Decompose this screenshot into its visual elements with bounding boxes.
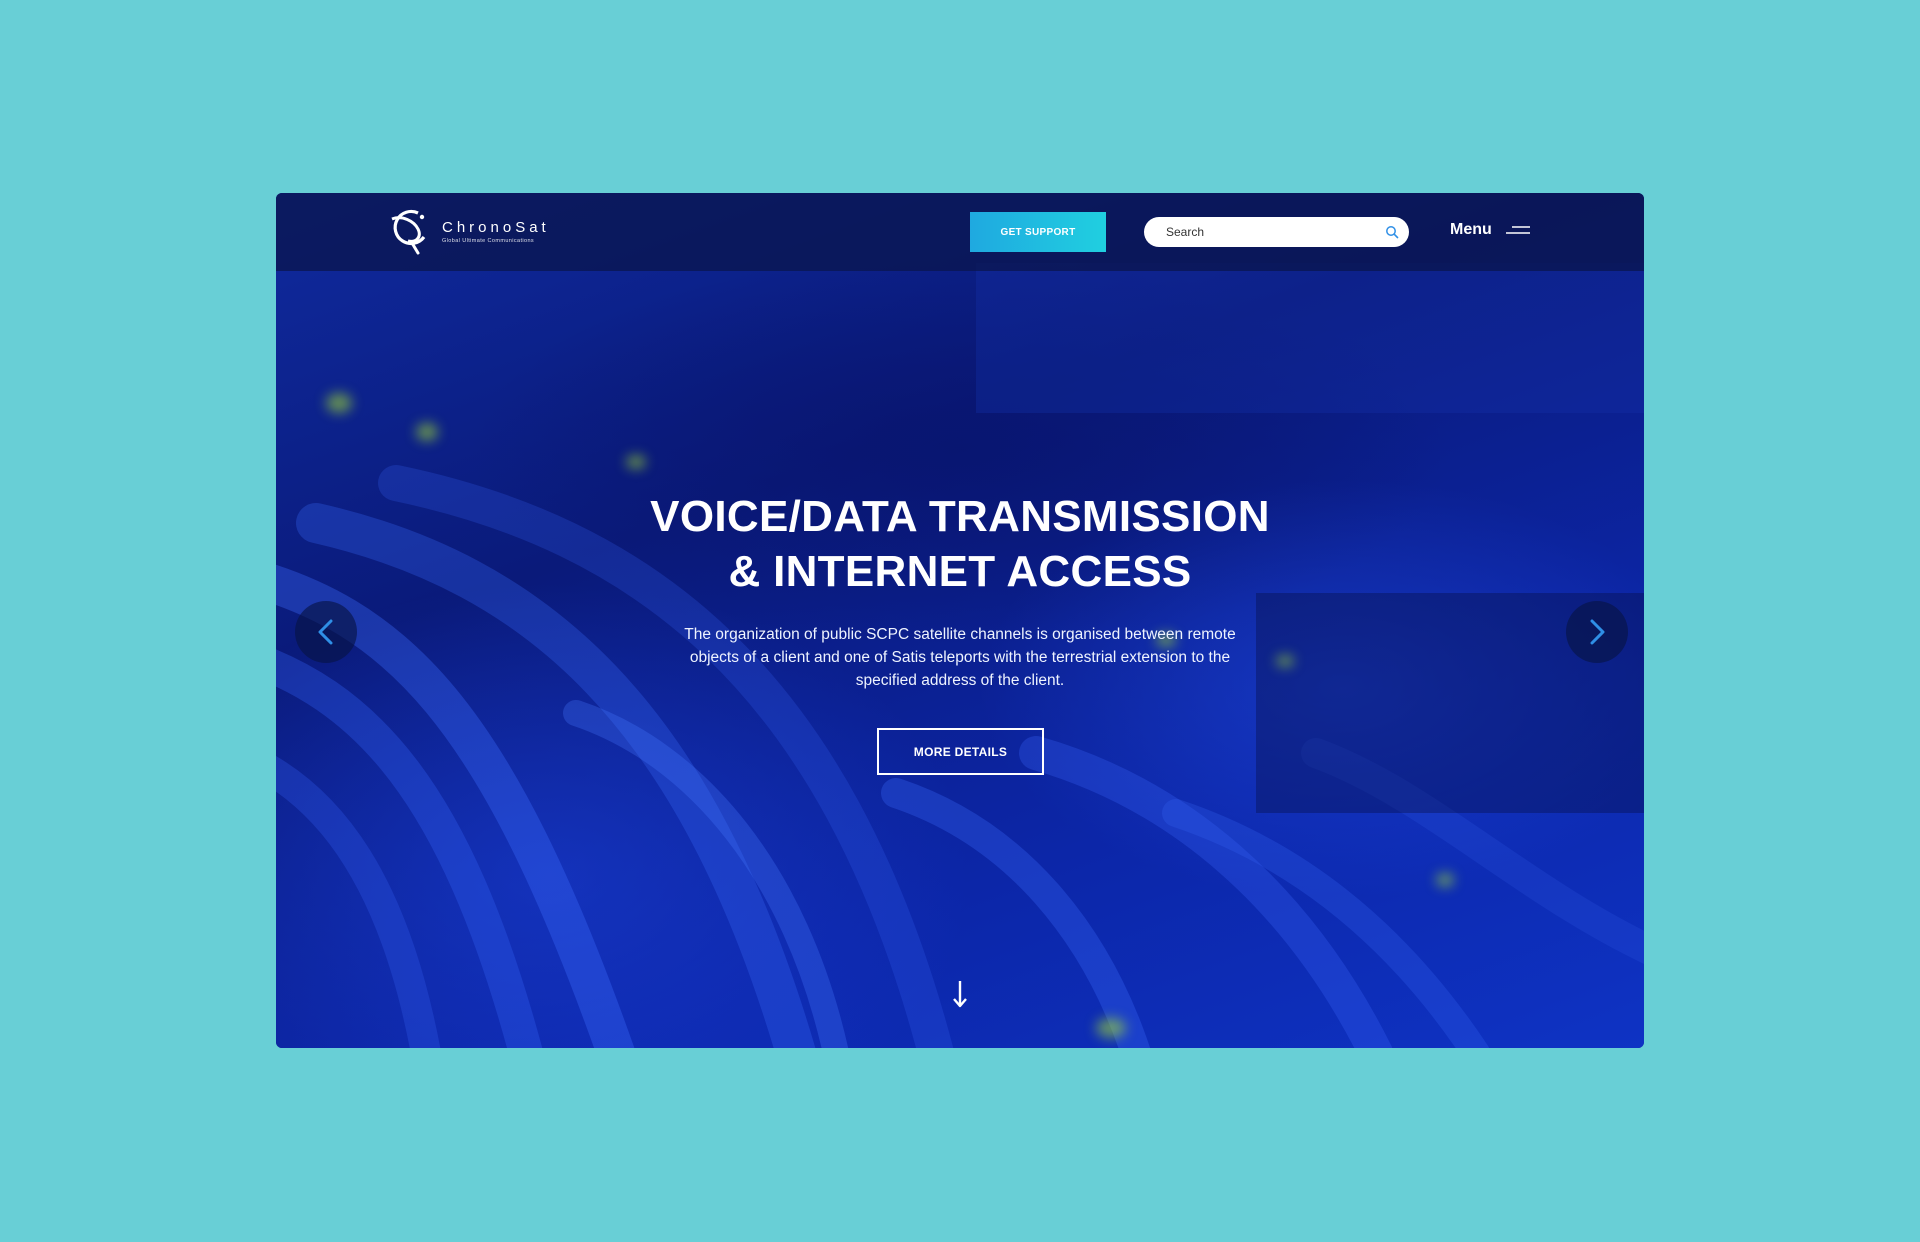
site-header: ChronoSat Global Ultimate Communications… [276, 193, 1644, 271]
led-light [1276, 655, 1294, 667]
search-bar[interactable] [1144, 217, 1409, 247]
brand-name: ChronoSat [442, 219, 550, 236]
brand-logo[interactable]: ChronoSat Global Ultimate Communications [388, 207, 550, 257]
hero-title-line-1: VOICE/DATA TRANSMISSION [650, 492, 1270, 541]
arrow-down-icon[interactable] [949, 979, 971, 1009]
led-light [1436, 873, 1454, 887]
led-light [326, 393, 352, 413]
brand-tagline: Global Ultimate Communications [442, 238, 535, 244]
website-frame: ChronoSat Global Ultimate Communications… [276, 193, 1644, 1048]
get-support-button[interactable]: GET SUPPORT [970, 212, 1106, 252]
search-icon[interactable] [1385, 225, 1399, 239]
chronosat-logo-icon [391, 209, 426, 255]
led-light [416, 423, 438, 441]
hero-description: The organization of public SCPC satellit… [684, 626, 1236, 689]
next-slide-button[interactable] [1566, 601, 1628, 663]
hamburger-icon [1505, 226, 1530, 234]
cable-background-image [276, 263, 1644, 1048]
brand-text: ChronoSat Global Ultimate Communications [442, 219, 550, 245]
more-details-button[interactable]: MORE DETAILS [877, 728, 1044, 775]
hero-title-line-2: & INTERNET ACCESS [728, 547, 1192, 596]
chevron-left-icon [318, 619, 333, 645]
led-light [1096, 1018, 1126, 1038]
led-light [626, 455, 646, 469]
hero-title: VOICE/DATA TRANSMISSION & INTERNET ACCES… [276, 489, 1644, 599]
menu-toggle[interactable]: Menu [1450, 221, 1530, 239]
previous-slide-button[interactable] [295, 601, 357, 663]
search-input[interactable] [1166, 225, 1385, 239]
menu-label: Menu [1450, 221, 1492, 238]
chevron-right-icon [1590, 619, 1605, 645]
